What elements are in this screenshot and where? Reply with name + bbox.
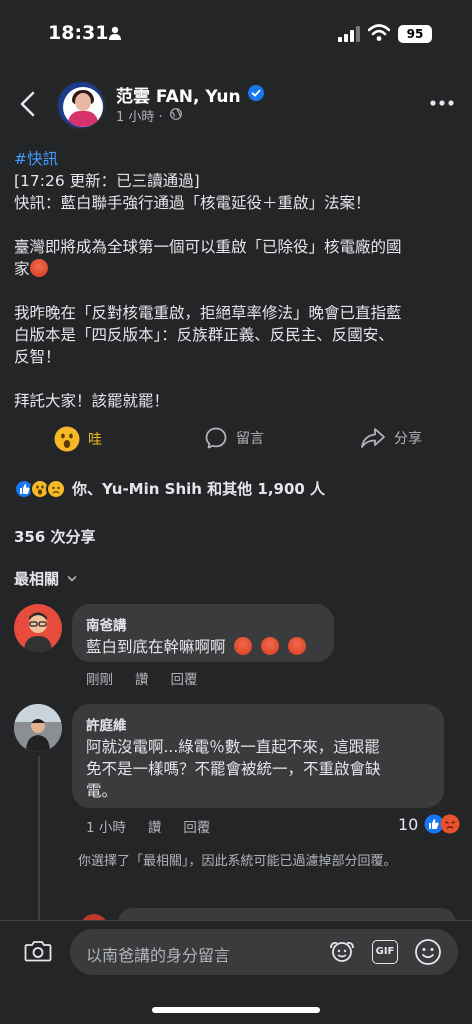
angry-emoji-icon [234, 637, 253, 655]
post-timestamp: 1 小時 · [116, 110, 163, 125]
comment-icon [205, 427, 227, 449]
comment-text-line: 免不是一樣嗎？不罷會被統一，不重啟會缺 [86, 760, 381, 778]
comment-label: 留言 [236, 431, 264, 447]
post-action-bar: 哇 留言 分享 [0, 420, 472, 460]
comment-actions: 1 小時 讚 回覆 [86, 816, 210, 836]
post-line: 拜託大家！該罷就罷！ [14, 392, 170, 410]
author-name[interactable]: 范雲 FAN, Yun [116, 82, 241, 107]
comment-text: 藍白到底在幹嘛啊啊 [86, 636, 320, 658]
wow-reaction-button[interactable]: 哇 [54, 426, 102, 452]
angry-emoji-icon [288, 637, 307, 655]
reactions-summary[interactable]: 你、Yu-Min Shih 和其他 1,900 人 [14, 478, 325, 499]
status-bar: 18:31 95 [0, 0, 472, 64]
comment-bubble: 南爸講 藍白到底在幹嘛啊啊 [72, 604, 334, 662]
cellular-signal-icon [338, 26, 360, 42]
reactions-text: 你、Yu-Min Shih 和其他 1,900 人 [72, 480, 326, 498]
filter-note: 你選擇了「最相關」，因此系統可能已過濾掉部分回覆。 [78, 854, 397, 869]
comment-time: 1 小時 [86, 820, 126, 836]
post-line: 我昨晚在「反對核電重啟，拒絕草率修法」晚會已直指藍 [14, 304, 402, 322]
comment-reply-button[interactable]: 回覆 [171, 668, 198, 688]
verified-badge-icon [248, 85, 264, 101]
wifi-icon [368, 24, 390, 41]
thread-line [38, 756, 40, 920]
comment-reaction-count[interactable]: 10 [398, 814, 460, 834]
post-line: 臺灣即將成為全球第一個可以重啟「已除役」核電廠的國 [14, 238, 402, 256]
home-indicator [152, 1007, 320, 1013]
comment-composer: 以南爸講的身分留言 GIF [0, 920, 472, 1024]
wow-emoji-icon [54, 426, 80, 452]
comment-like-button[interactable]: 讚 [148, 816, 162, 836]
comment-input[interactable]: 以南爸講的身分留言 GIF [70, 929, 458, 975]
comment-text-line: 電。 [86, 782, 118, 800]
post-line: 反智！ [14, 348, 61, 366]
hashtag-link[interactable]: #快訊 [14, 148, 454, 170]
comment-button[interactable]: 留言 [204, 426, 264, 450]
comment-text-content: 藍白到底在幹嘛啊啊 [86, 638, 226, 656]
share-count[interactable]: 356 次分享 [14, 526, 96, 547]
angry-emoji-icon [261, 637, 280, 655]
commenter-name[interactable]: 許庭維 [86, 714, 430, 734]
status-time: 18:31 [48, 22, 109, 44]
person-icon [109, 26, 121, 40]
globe-icon [170, 108, 182, 120]
wow-label: 哇 [88, 432, 102, 448]
post-line: 快訊：藍白聯手強行通過「核電延役＋重啟」法案！ [14, 194, 371, 212]
comment-time: 剛剛 [86, 672, 113, 688]
post-text: #快訊 [17:26 更新：已三讀通過] 快訊：藍白聯手強行通過「核電延役＋重啟… [14, 148, 454, 412]
chevron-down-icon [67, 575, 77, 582]
camera-icon[interactable] [24, 939, 52, 963]
gif-button[interactable]: GIF [372, 940, 398, 964]
commenter-avatar[interactable] [14, 604, 62, 652]
post-line: 白版本是「四反版本」：反族群正義、反民主、反國安、 [14, 326, 394, 344]
post-line-text: 家 [14, 260, 30, 278]
comment-input-placeholder: 以南爸講的身分留言 [86, 946, 231, 965]
comment-actions: 剛剛 讚 回覆 [86, 668, 198, 688]
comment-text-line: 阿就沒電啊...綠電％數一直起不來，這跟罷 [86, 738, 380, 756]
back-arrow-icon[interactable] [18, 90, 38, 118]
commenter-name[interactable]: 南爸講 [86, 614, 320, 634]
angry-emoji-icon [29, 259, 48, 277]
post-line: 家 [14, 258, 454, 280]
reaction-count-number: 10 [398, 814, 419, 834]
share-label: 分享 [394, 431, 422, 447]
share-icon [361, 428, 385, 448]
comment-like-button[interactable]: 讚 [135, 668, 149, 688]
comment-bubble: 許庭維 阿就沒電啊...綠電％數一直起不來，這跟罷 免不是一樣嗎？不罷會被統一，… [72, 704, 444, 808]
comment-sort-dropdown[interactable]: 最相關 [14, 568, 77, 589]
avatar-sticker-icon[interactable] [328, 939, 356, 965]
commenter-avatar[interactable] [14, 704, 62, 752]
battery-indicator: 95 [398, 25, 432, 43]
more-options-icon[interactable] [430, 100, 454, 106]
post-line: [17:26 更新：已三讀通過] [14, 172, 200, 190]
sort-label: 最相關 [14, 570, 60, 588]
author-avatar[interactable] [56, 80, 106, 130]
emoji-icon[interactable] [414, 938, 442, 966]
angry-reaction-icon [440, 814, 460, 834]
comment-reply-button[interactable]: 回覆 [183, 816, 210, 836]
post-header: 范雲 FAN, Yun 1 小時 · [0, 72, 472, 136]
sad-reaction-icon [46, 478, 66, 499]
share-button[interactable]: 分享 [360, 426, 422, 450]
